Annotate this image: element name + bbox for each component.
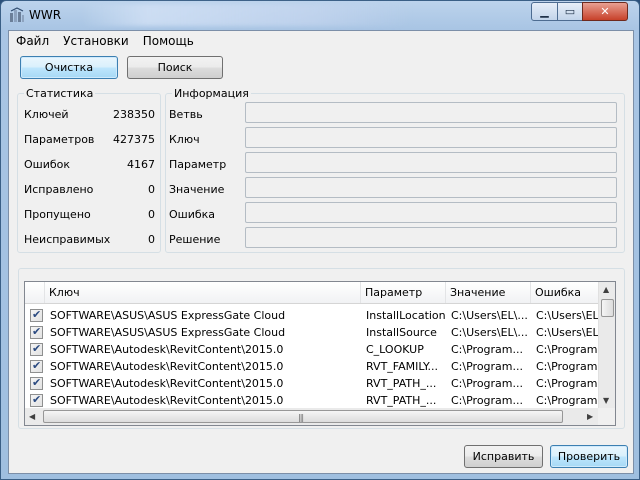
- minimize-button[interactable]: ▁: [531, 2, 558, 21]
- search-button[interactable]: Поиск: [127, 56, 223, 79]
- app-icon: [10, 7, 24, 22]
- info-title: Информация: [172, 87, 251, 100]
- info-label-key: Ключ: [169, 133, 200, 146]
- scroll-up-icon[interactable]: ▲: [603, 285, 609, 294]
- close-button[interactable]: ✕: [582, 2, 628, 21]
- stat-value-unfixable: 0: [148, 233, 155, 246]
- info-label-solution: Решение: [169, 233, 221, 246]
- stat-label-unfixable: Неисправимых: [24, 233, 111, 246]
- vertical-scroll-thumb[interactable]: [601, 299, 614, 317]
- col-key[interactable]: Ключ: [45, 282, 361, 303]
- row-value: C:\Program...: [451, 343, 523, 356]
- info-label-branch: Ветвь: [169, 108, 203, 121]
- row-key: SOFTWARE\ASUS\ASUS ExpressGate Cloud: [50, 309, 286, 322]
- table-row[interactable]: SOFTWARE\Autodesk\RevitContent\2015.0 RV…: [25, 375, 601, 392]
- row-error: C:\Users\EL\...: [536, 309, 601, 322]
- info-field-key[interactable]: [245, 127, 617, 148]
- menu-file[interactable]: Файл: [9, 31, 56, 51]
- info-field-param[interactable]: [245, 152, 617, 173]
- table-row[interactable]: SOFTWARE\ASUS\ASUS ExpressGate Cloud Ins…: [25, 307, 601, 324]
- scroll-left-icon[interactable]: ◀: [29, 412, 35, 421]
- scroll-right-icon[interactable]: ▶: [587, 412, 593, 421]
- row-error: C:\Program...: [536, 377, 601, 390]
- results-list[interactable]: Ключ Параметр Значение Ошибка SOFTWARE\A…: [24, 281, 616, 426]
- info-field-error[interactable]: [245, 202, 617, 223]
- row-checkbox[interactable]: [30, 342, 43, 356]
- list-header: Ключ Параметр Значение Ошибка: [25, 282, 601, 304]
- row-checkbox[interactable]: [30, 393, 43, 407]
- stat-label-params: Параметров: [24, 133, 95, 146]
- row-value: C:\Program...: [451, 377, 523, 390]
- scroll-down-icon[interactable]: ▼: [603, 396, 609, 405]
- table-row[interactable]: SOFTWARE\ASUS\ASUS ExpressGate Cloud Ins…: [25, 324, 601, 341]
- check-button[interactable]: Проверить: [550, 445, 628, 468]
- info-field-solution[interactable]: [245, 227, 617, 248]
- row-error: C:\Program...: [536, 360, 601, 373]
- clean-button[interactable]: Очистка: [20, 56, 118, 79]
- table-row[interactable]: SOFTWARE\Autodesk\RevitContent\2015.0 RV…: [25, 392, 601, 409]
- table-row[interactable]: SOFTWARE\Autodesk\RevitContent\2015.0 C_…: [25, 341, 601, 358]
- info-label-error: Ошибка: [169, 208, 216, 221]
- stat-label-errors: Ошибок: [24, 158, 71, 171]
- row-error: C:\Users\EL\...: [536, 326, 601, 339]
- stat-value-keys: 238350: [113, 108, 155, 121]
- scroll-grip-icon: |||: [298, 413, 304, 422]
- stat-value-skipped: 0: [148, 208, 155, 221]
- col-check: [25, 282, 45, 303]
- col-param[interactable]: Параметр: [361, 282, 446, 303]
- row-value: C:\Program...: [451, 394, 523, 407]
- maximize-icon: ▭: [564, 5, 576, 18]
- minimize-icon: ▁: [540, 5, 549, 18]
- title-bar-glass: [81, 4, 411, 26]
- info-field-branch[interactable]: [245, 102, 617, 123]
- row-key: SOFTWARE\ASUS\ASUS ExpressGate Cloud: [50, 326, 286, 339]
- row-key: SOFTWARE\Autodesk\RevitContent\2015.0: [50, 394, 284, 407]
- fix-button[interactable]: Исправить: [464, 445, 543, 468]
- row-param: C_LOOKUP: [366, 343, 424, 356]
- table-row[interactable]: SOFTWARE\Autodesk\RevitContent\2015.0 RV…: [25, 358, 601, 375]
- row-param: InstallSource: [366, 326, 437, 339]
- row-key: SOFTWARE\Autodesk\RevitContent\2015.0: [50, 377, 284, 390]
- row-error: C:\Program...: [536, 343, 601, 356]
- row-param: InstallLocation: [366, 309, 446, 322]
- row-value: C:\Users\EL\...: [451, 309, 528, 322]
- stat-label-fixed: Исправлено: [24, 183, 94, 196]
- row-key: SOFTWARE\Autodesk\RevitContent\2015.0: [50, 343, 284, 356]
- main-window: WWR ▁ ▭ ✕ Файл Установки Помощь Очистка …: [0, 0, 640, 480]
- close-icon: ✕: [600, 5, 610, 18]
- row-checkbox[interactable]: [30, 325, 43, 339]
- info-label-value: Значение: [169, 183, 225, 196]
- row-param: RVT_FAMILY...: [366, 360, 439, 373]
- maximize-button[interactable]: ▭: [557, 2, 583, 21]
- stat-label-keys: Ключей: [24, 108, 69, 121]
- window-title: WWR: [29, 8, 62, 22]
- row-param: RVT_PATH_...: [366, 394, 437, 407]
- info-label-param: Параметр: [169, 158, 227, 171]
- row-key: SOFTWARE\Autodesk\RevitContent\2015.0: [50, 360, 284, 373]
- stat-label-skipped: Пропущено: [24, 208, 91, 221]
- title-bar[interactable]: WWR ▁ ▭ ✕: [1, 1, 639, 29]
- row-error: C:\Program...: [536, 394, 601, 407]
- row-value: C:\Program...: [451, 360, 523, 373]
- info-field-value[interactable]: [245, 177, 617, 198]
- row-checkbox[interactable]: [30, 359, 43, 373]
- row-checkbox[interactable]: [30, 308, 43, 322]
- row-value: C:\Users\EL\...: [451, 326, 528, 339]
- stat-value-params: 427375: [113, 133, 155, 146]
- menu-help[interactable]: Помощь: [136, 31, 201, 51]
- menu-bar: Файл Установки Помощь: [9, 31, 633, 51]
- stat-value-errors: 4167: [127, 158, 155, 171]
- col-error[interactable]: Ошибка: [531, 282, 601, 303]
- scrollbar-corner: [598, 408, 615, 425]
- menu-settings[interactable]: Установки: [56, 31, 136, 51]
- horizontal-scrollbar[interactable]: ◀ ||| ▶: [25, 408, 601, 425]
- col-value[interactable]: Значение: [446, 282, 531, 303]
- horizontal-scroll-thumb[interactable]: |||: [43, 410, 563, 423]
- stat-value-fixed: 0: [148, 183, 155, 196]
- row-checkbox[interactable]: [30, 376, 43, 390]
- stats-title: Статистика: [24, 87, 96, 100]
- vertical-scrollbar[interactable]: ▲ ▼: [598, 282, 615, 410]
- row-param: RVT_PATH_...: [366, 377, 437, 390]
